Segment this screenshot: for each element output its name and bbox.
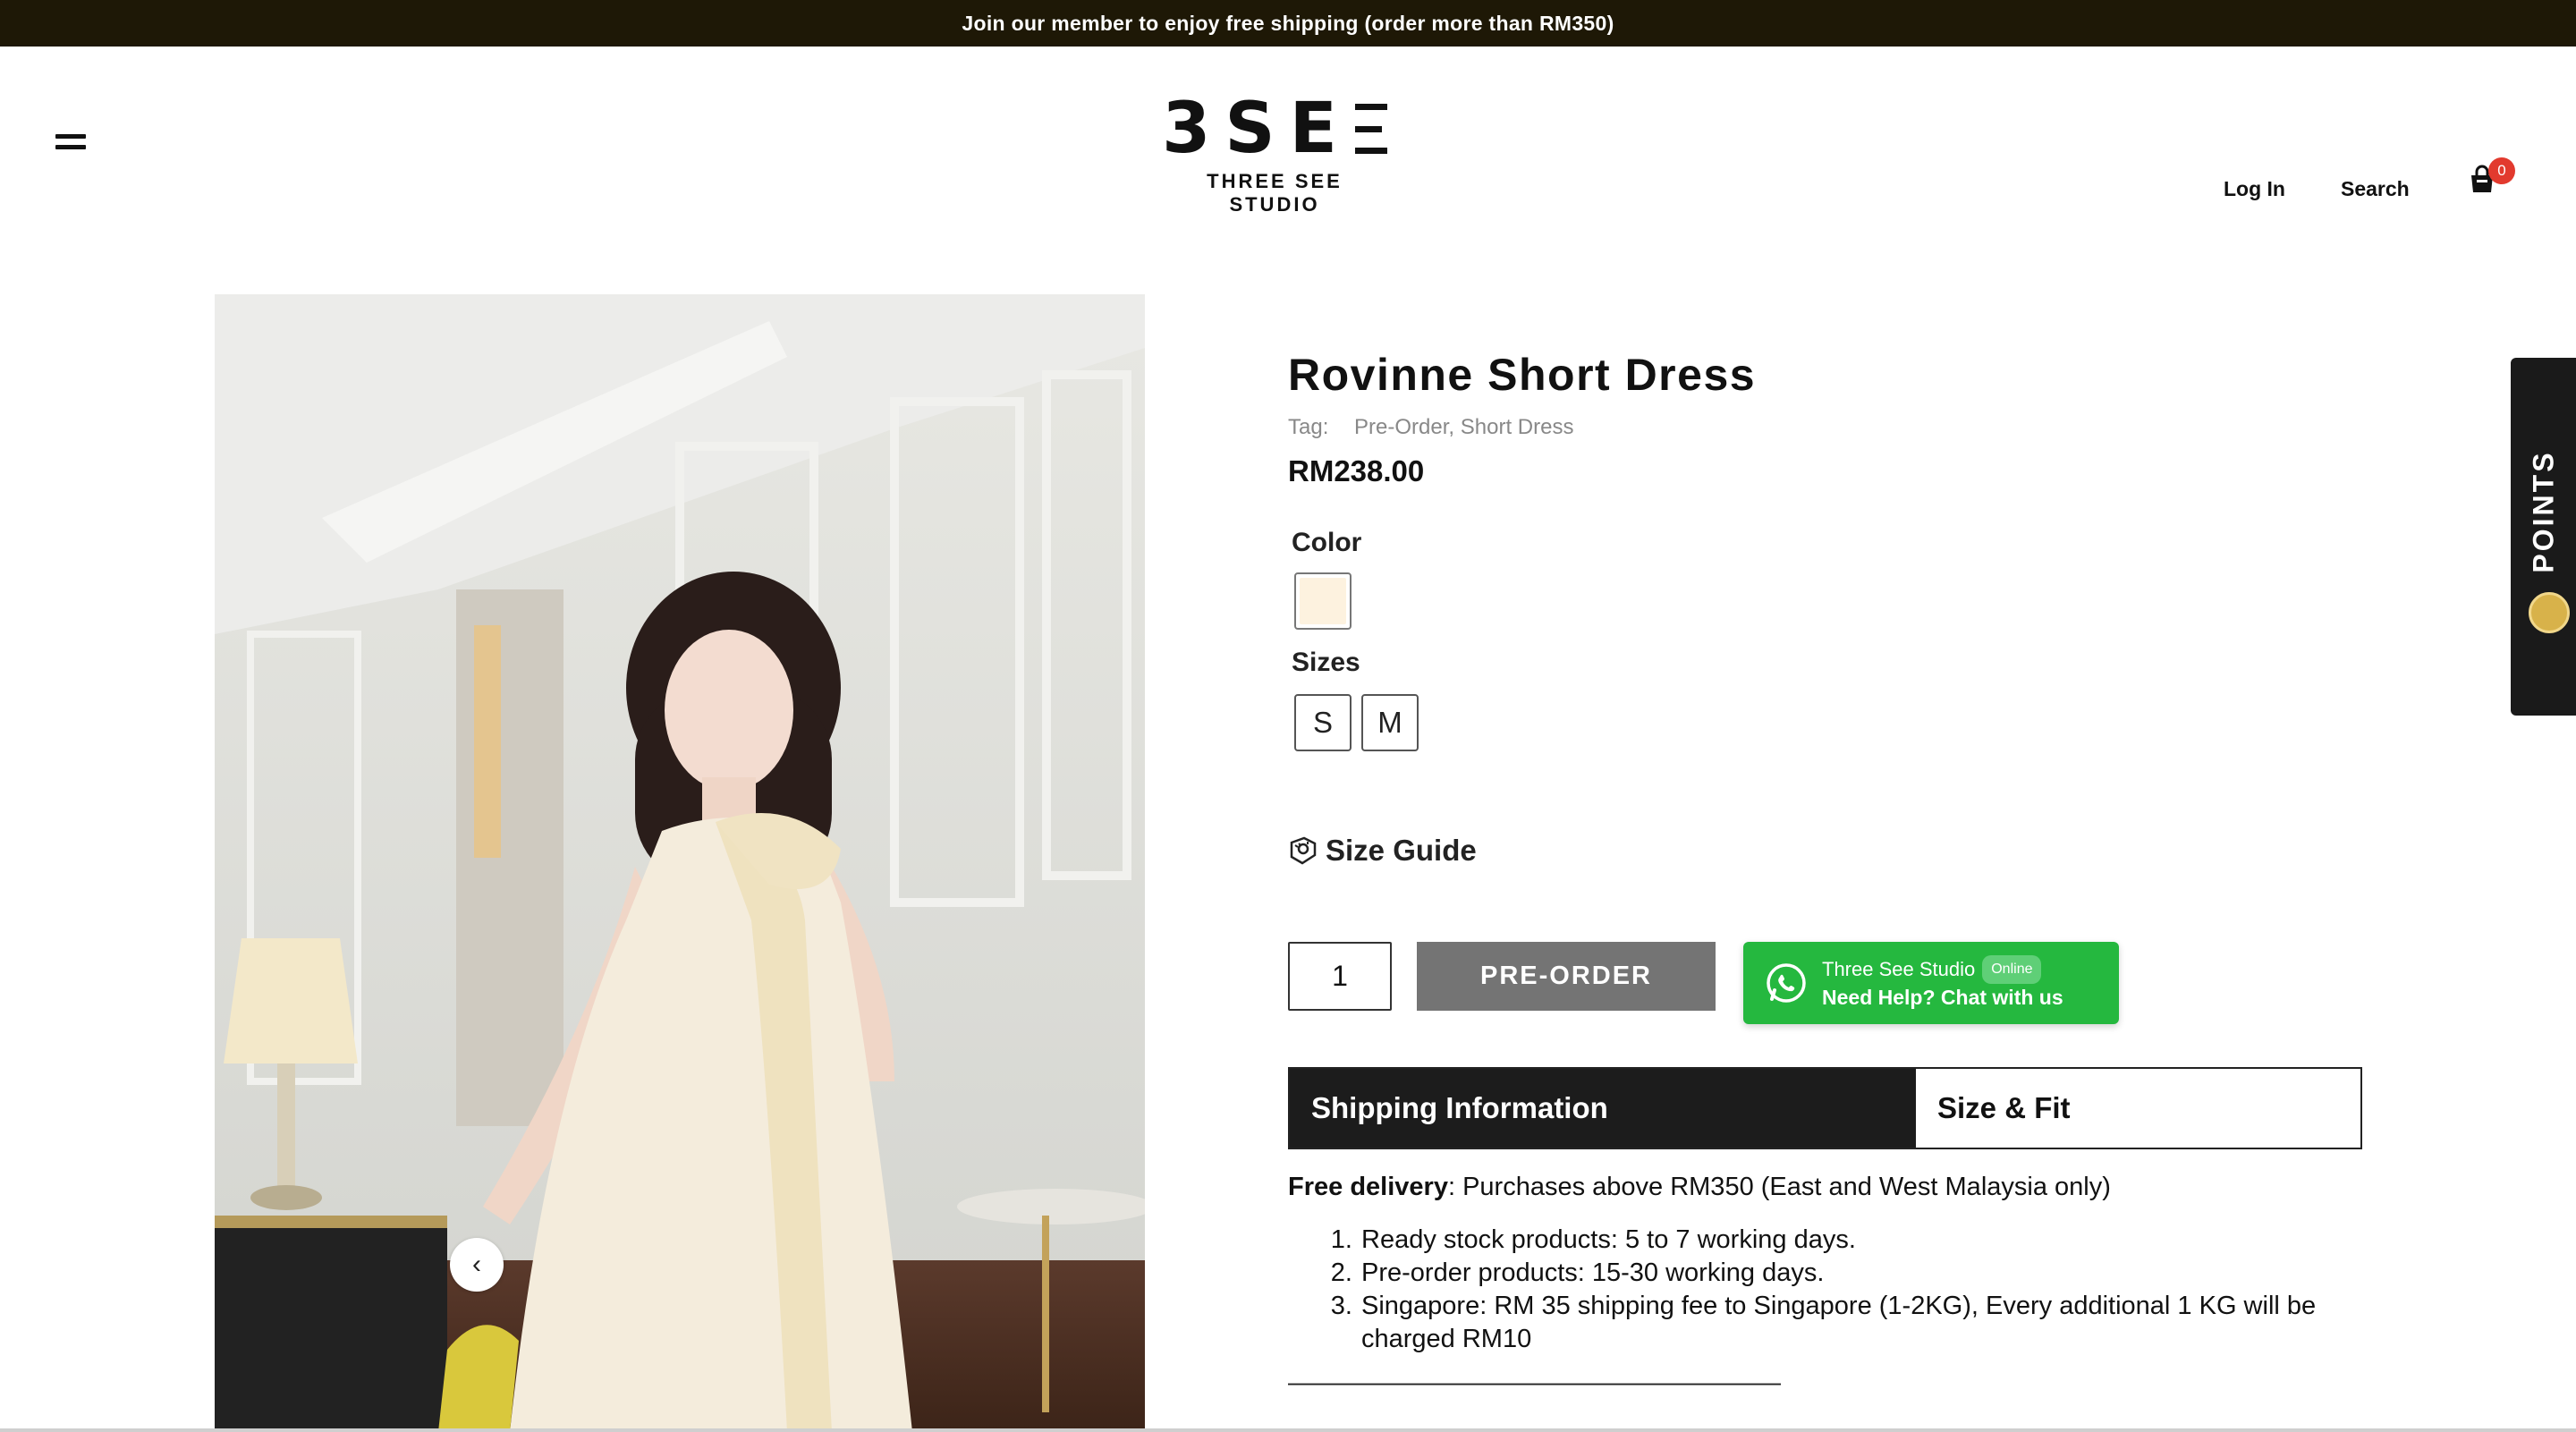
list-item: Ready stock products: 5 to 7 working day…	[1360, 1224, 2362, 1257]
product-tags: Tag: Pre-Order, Short Dress	[1288, 415, 1573, 440]
whatsapp-cta: Need Help? Chat with us	[1822, 986, 2063, 1009]
whatsapp-text: Three See Studio Online Need Help? Chat …	[1822, 955, 2063, 1011]
cart-button[interactable]: 0	[2467, 157, 2515, 200]
list-item: Pre-order products: 15-30 working days.	[1360, 1257, 2362, 1290]
coin-icon	[2529, 592, 2570, 633]
whatsapp-online-badge: Online	[1982, 955, 2042, 984]
whatsapp-name: Three See Studio	[1822, 958, 1976, 980]
dashed-divider: ———————————————————	[1288, 1368, 1781, 1397]
size-option-m[interactable]: M	[1361, 694, 1419, 751]
whatsapp-icon	[1767, 963, 1806, 1003]
size-guide-link[interactable]: Size Guide	[1288, 834, 1477, 868]
shipping-content: Free delivery: Purchases above RM350 (Ea…	[1288, 1173, 2362, 1398]
free-delivery-label: Free delivery	[1288, 1173, 1448, 1201]
whatsapp-chat-button[interactable]: Three See Studio Online Need Help? Chat …	[1743, 942, 2119, 1024]
announcement-text: Join our member to enjoy free shipping (…	[962, 11, 1614, 35]
preorder-button[interactable]: PRE-ORDER	[1417, 942, 1716, 1011]
points-side-tab[interactable]: POINTS	[2511, 358, 2576, 716]
size-guide-label: Size Guide	[1326, 834, 1477, 867]
quantity-input[interactable]: 1	[1288, 942, 1392, 1011]
brand-logo-bars-icon	[1354, 104, 1387, 154]
product-title: Rovinne Short Dress	[1288, 350, 1757, 400]
product-photo-illustration	[215, 294, 1145, 1432]
points-label: POINTS	[2527, 450, 2559, 573]
brand-logo[interactable]: 3SE THREE SEE STUDIO	[1162, 89, 1387, 216]
gallery-prev-button[interactable]: ‹	[450, 1238, 504, 1292]
login-link[interactable]: Log In	[2224, 177, 2285, 201]
sizes-label: Sizes	[1292, 648, 1360, 677]
site-header: 3SE THREE SEE STUDIO Log In Search 0	[0, 47, 2576, 225]
shipping-list: Ready stock products: 5 to 7 working day…	[1288, 1224, 2362, 1356]
brand-name: THREE SEE STUDIO	[1207, 170, 1343, 216]
hamburger-menu-icon[interactable]	[55, 132, 88, 156]
tag-values[interactable]: Pre-Order, Short Dress	[1354, 415, 1573, 439]
product-price: RM238.00	[1288, 454, 1425, 487]
list-item: Singapore: RM 35 shipping fee to Singapo…	[1360, 1290, 2362, 1356]
brand-logo-letters: 3SE	[1162, 89, 1352, 169]
tab-shipping-information[interactable]: Shipping Information	[1290, 1069, 1916, 1148]
announcement-bar: Join our member to enjoy free shipping (…	[0, 0, 2576, 47]
tape-measure-icon	[1290, 836, 1317, 865]
search-link[interactable]: Search	[2341, 177, 2410, 201]
tab-size-fit[interactable]: Size & Fit	[1916, 1069, 2360, 1148]
free-delivery-text: : Purchases above RM350 (East and West M…	[1447, 1173, 2111, 1201]
product-image[interactable]: ‹ ›	[215, 294, 1145, 1432]
tag-label: Tag:	[1288, 415, 1329, 439]
brand-logo-mark: 3SE	[1162, 89, 1387, 169]
color-swatch-cream[interactable]	[1294, 572, 1352, 630]
color-swatch-fill	[1300, 578, 1346, 624]
cart-count-badge: 0	[2488, 157, 2515, 184]
size-option-s[interactable]: S	[1294, 694, 1352, 751]
whatsapp-header: Three See Studio Online	[1822, 955, 2063, 984]
page-bottom-divider	[0, 1428, 2576, 1432]
info-tabs: Shipping Information Size & Fit	[1288, 1067, 2362, 1149]
free-delivery-line: Free delivery: Purchases above RM350 (Ea…	[1288, 1173, 2362, 1202]
color-label: Color	[1292, 528, 1362, 557]
